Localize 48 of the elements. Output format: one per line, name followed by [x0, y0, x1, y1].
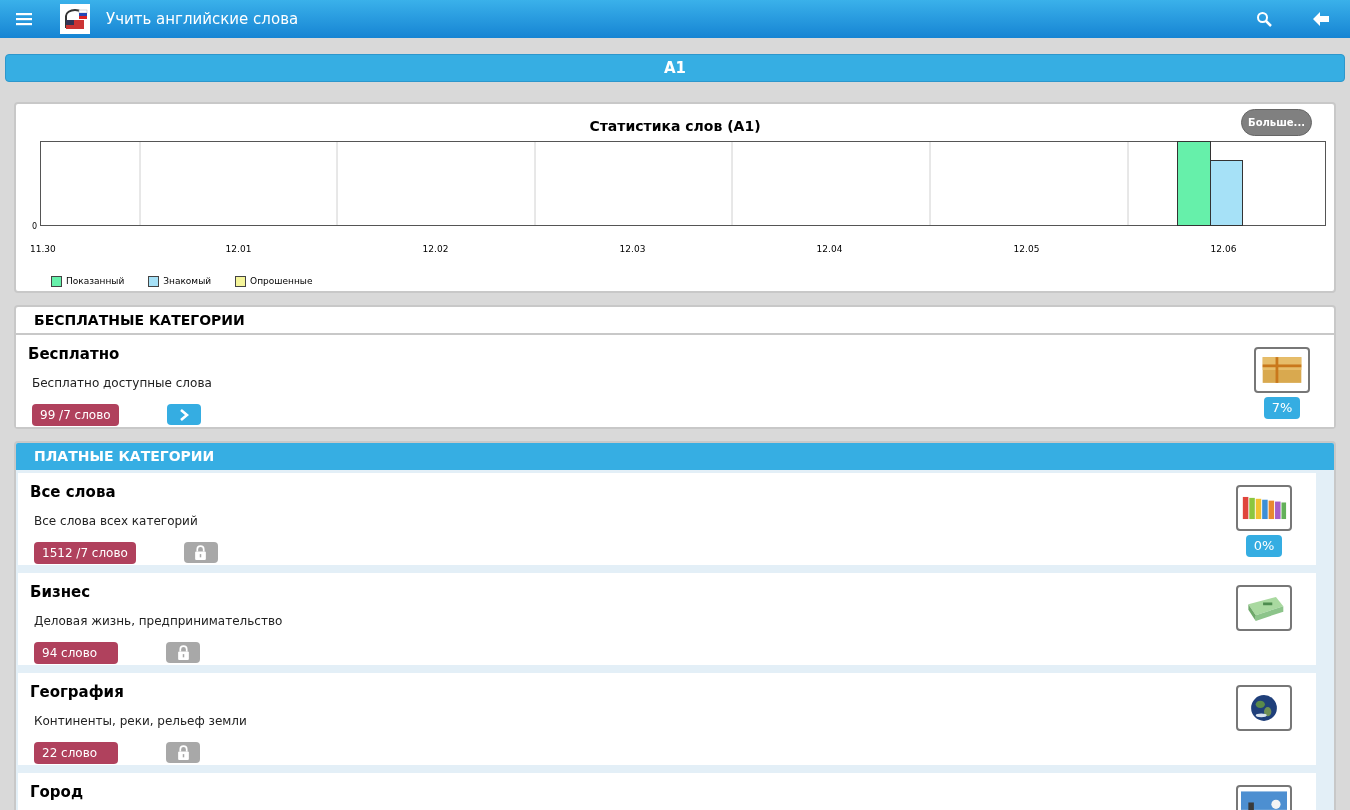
y-axis-label: 0: [31, 222, 37, 232]
legend-label: Знакомый: [163, 275, 212, 288]
search-icon[interactable]: [1256, 11, 1272, 27]
progress-percent: 0%: [1245, 535, 1283, 557]
progress-percent: 7%: [1263, 397, 1301, 419]
x-axis-label: 12.04: [816, 244, 843, 254]
category-description: Деловая жизнь, предпринимательство: [34, 612, 283, 630]
locked-button[interactable]: [166, 742, 200, 763]
legend-label: Показанный: [66, 275, 125, 288]
x-axis-label: 12.05: [1013, 244, 1040, 254]
word-count-badge: 1512 /7 слово: [34, 541, 136, 564]
word-count-badge: 99 /7 слово: [32, 403, 119, 426]
x-axis-label: 12.06: [1210, 244, 1237, 254]
x-axis-label: 12.01: [225, 244, 252, 254]
open-button[interactable]: [166, 404, 201, 425]
category-title: Все слова: [30, 482, 117, 503]
x-axis-label: 12.02: [422, 244, 449, 254]
category-title: География: [30, 682, 125, 703]
category-description: Все слова всех категорий: [34, 512, 199, 530]
level-header: A1: [5, 54, 1345, 82]
category-description: Бесплатно доступные слова: [32, 374, 212, 392]
section-title: БЕСПЛАТНЫЕ КАТЕГОРИИ: [34, 310, 245, 330]
section-title: ПЛАТНЫЕ КАТЕГОРИИ: [34, 447, 215, 466]
category-card[interactable]: Все слова Все слова всех категорий 1512 /7 слово 0%: [18, 473, 1316, 565]
menu-icon[interactable]: [16, 12, 32, 26]
padlock-icon: [176, 745, 190, 760]
app-title: Учить английские слова: [106, 8, 299, 30]
locked-button[interactable]: [183, 542, 218, 563]
word-count-badge: 94 слово: [34, 641, 118, 664]
category-card[interactable]: География Континенты, реки, рельеф земли 22 слово: [18, 673, 1316, 765]
category-title: Бесплатно: [28, 344, 121, 365]
locked-button[interactable]: [166, 642, 200, 663]
category-card[interactable]: Бизнес Деловая жизнь, предпринимательство 94 слово: [18, 573, 1316, 665]
x-axis-label: 12.03: [619, 244, 646, 254]
chart-title: Статистика слов (A1): [589, 117, 761, 136]
x-axis-label: 11.30: [30, 244, 56, 254]
padlock-icon: [194, 545, 208, 560]
back-arrow-icon[interactable]: [1312, 11, 1330, 27]
padlock-icon: [176, 645, 190, 660]
more-button[interactable]: Больше...: [1241, 109, 1312, 136]
chevron-right-icon: [178, 408, 189, 421]
category-title: Город: [30, 782, 84, 803]
word-count-badge: 22 слово: [34, 741, 118, 764]
app-logo-icon: [60, 4, 90, 34]
category-title: Бизнес: [30, 582, 92, 603]
category-description: Континенты, реки, рельеф земли: [34, 712, 247, 730]
category-card[interactable]: Город: [18, 773, 1316, 810]
legend-label: Опрошенные: [250, 275, 313, 288]
